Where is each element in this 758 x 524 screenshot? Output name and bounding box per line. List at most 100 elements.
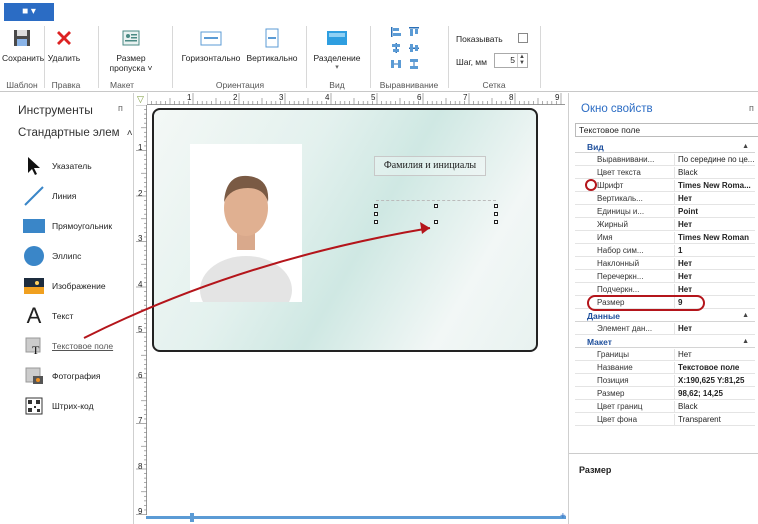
- photo-placeholder[interactable]: [190, 144, 302, 324]
- vertical-button[interactable]: Вертикально: [244, 28, 300, 63]
- resize-handle[interactable]: [434, 220, 438, 224]
- tools-section-header[interactable]: Стандартные элем ˄: [18, 127, 133, 139]
- split-button[interactable]: Разделение ▾: [312, 28, 362, 71]
- property-value[interactable]: Transparent: [674, 414, 754, 426]
- property-name: Вертикаль...: [597, 194, 643, 203]
- section-label: Данные: [587, 311, 621, 321]
- property-value[interactable]: Нет: [674, 349, 754, 361]
- resize-handle[interactable]: [494, 220, 498, 224]
- props-section-view[interactable]: Вид ▲: [575, 141, 755, 153]
- group-separator: [98, 26, 99, 88]
- app-menu-button[interactable]: ■ ▾: [4, 3, 54, 21]
- property-value[interactable]: 1: [674, 245, 754, 257]
- delete-button[interactable]: Удалить: [46, 28, 82, 63]
- selection-box[interactable]: [376, 200, 496, 220]
- tool-rectangle[interactable]: Прямоугольник: [22, 213, 112, 239]
- resize-handle[interactable]: [374, 212, 378, 216]
- property-row[interactable]: Вертикаль... Нет: [575, 193, 755, 205]
- show-grid-checkbox[interactable]: [518, 33, 528, 43]
- pass-card[interactable]: Фамилия и инициалы: [152, 108, 538, 352]
- property-name: Элемент дан...: [597, 324, 653, 333]
- property-row[interactable]: Цвет границ Black: [575, 401, 755, 413]
- resize-handle[interactable]: [434, 204, 438, 208]
- property-row[interactable]: Название Текстовое поле: [575, 362, 755, 374]
- property-value[interactable]: Times New Roma...: [674, 180, 754, 192]
- property-row[interactable]: Перечеркн... Нет: [575, 271, 755, 283]
- spinner-arrows-icon[interactable]: ▲ ▼: [517, 54, 526, 67]
- object-selector[interactable]: Текстовое поле: [575, 123, 758, 137]
- props-section-layout[interactable]: Макет ▲: [575, 336, 755, 348]
- ruler-h-label: 6: [417, 93, 422, 102]
- grid-step-input[interactable]: 5 ▲ ▼: [494, 53, 528, 68]
- barcode-icon: [22, 395, 46, 417]
- resize-handle[interactable]: [494, 212, 498, 216]
- property-value[interactable]: Нет: [674, 193, 754, 205]
- tool-barcode[interactable]: Штрих-код: [22, 393, 94, 419]
- scroll-thumb[interactable]: [190, 513, 194, 522]
- tool-text[interactable]: A Текст: [22, 303, 74, 329]
- save-button[interactable]: Сохранить: [2, 28, 44, 63]
- property-value[interactable]: 98,62; 14,25: [674, 388, 754, 400]
- property-value[interactable]: Point: [674, 206, 754, 218]
- property-row[interactable]: Жирный Нет: [575, 219, 755, 231]
- tool-image[interactable]: Изображение: [22, 273, 106, 299]
- property-value[interactable]: Times New Roman: [674, 232, 754, 244]
- collapse-icon[interactable]: ▲: [742, 310, 749, 322]
- align-center-icon[interactable]: [390, 42, 402, 56]
- ruler-v-label: 1: [138, 143, 143, 152]
- property-name: Границы: [597, 350, 629, 359]
- property-value[interactable]: Black: [674, 401, 754, 413]
- property-row[interactable]: Единицы и... Point: [575, 206, 755, 218]
- property-value[interactable]: По середине по це...: [674, 154, 754, 166]
- property-value[interactable]: Нет: [674, 219, 754, 231]
- photo-icon: [22, 365, 46, 387]
- property-row[interactable]: Позиция X:190,625 Y:81,25: [575, 375, 755, 387]
- ribbon-toolbar: Сохранить Удалить Размер пропуска ˅ Гори…: [0, 22, 758, 92]
- collapse-icon[interactable]: ▲: [742, 336, 749, 348]
- expander-highlight-ring: [585, 179, 597, 191]
- resize-handle[interactable]: [494, 204, 498, 208]
- tool-pointer[interactable]: Указатель: [22, 153, 92, 179]
- props-pin-icon[interactable]: ᴨ: [749, 103, 754, 113]
- props-section-data[interactable]: Данные ▲: [575, 310, 755, 322]
- property-row[interactable]: Имя Times New Roman: [575, 232, 755, 244]
- tool-textfield[interactable]: T Текстовое поле: [22, 333, 113, 359]
- align-middle-icon[interactable]: [408, 42, 420, 56]
- resize-handle[interactable]: [374, 204, 378, 208]
- pass-size-button[interactable]: Размер пропуска ˅: [108, 28, 154, 73]
- property-row[interactable]: Набор сим... 1: [575, 245, 755, 257]
- resize-handle[interactable]: [374, 220, 378, 224]
- property-value[interactable]: Black: [674, 167, 754, 179]
- property-row[interactable]: Элемент дан... Нет: [575, 323, 755, 335]
- property-value[interactable]: X:190,625 Y:81,25: [674, 375, 754, 387]
- align-left-icon[interactable]: [390, 26, 402, 40]
- tool-ellipse[interactable]: Эллипс: [22, 243, 81, 269]
- property-row[interactable]: Цвет текста Black: [575, 167, 755, 179]
- name-text-field[interactable]: Фамилия и инициалы: [374, 156, 486, 176]
- tool-photo[interactable]: Фотография: [22, 363, 100, 389]
- property-name: Набор сим...: [597, 246, 644, 255]
- rectangle-icon: [22, 215, 46, 237]
- property-row[interactable]: Границы Нет: [575, 349, 755, 361]
- tool-line[interactable]: Линия: [22, 183, 76, 209]
- property-value[interactable]: Нет: [674, 323, 754, 335]
- property-row[interactable]: Цвет фона Transparent: [575, 414, 755, 426]
- property-row[interactable]: Размер 98,62; 14,25: [575, 388, 755, 400]
- collapse-icon[interactable]: ▲: [742, 141, 749, 153]
- distribute-h-icon[interactable]: [390, 58, 402, 72]
- ellipse-icon: [22, 245, 46, 267]
- scroll-plus-icon[interactable]: +: [560, 511, 566, 522]
- horizontal-button[interactable]: Горизонтально: [180, 28, 242, 63]
- property-value[interactable]: Нет: [674, 258, 754, 270]
- distribute-v-icon[interactable]: [408, 58, 420, 72]
- horizontal-scrollbar[interactable]: [146, 516, 566, 519]
- property-value[interactable]: Нет: [674, 271, 754, 283]
- property-row[interactable]: Наклонный Нет: [575, 258, 755, 270]
- property-value[interactable]: Текстовое поле: [674, 362, 754, 374]
- align-top-icon[interactable]: [408, 26, 420, 40]
- property-row[interactable]: Выравнивани... По середине по це...: [575, 154, 755, 166]
- property-row[interactable]: Шрифт Times New Roma...: [575, 180, 755, 192]
- filter-icon[interactable]: ▽: [137, 94, 144, 105]
- property-name: Имя: [597, 233, 613, 242]
- tools-pin-icon[interactable]: ᴨ: [118, 103, 123, 113]
